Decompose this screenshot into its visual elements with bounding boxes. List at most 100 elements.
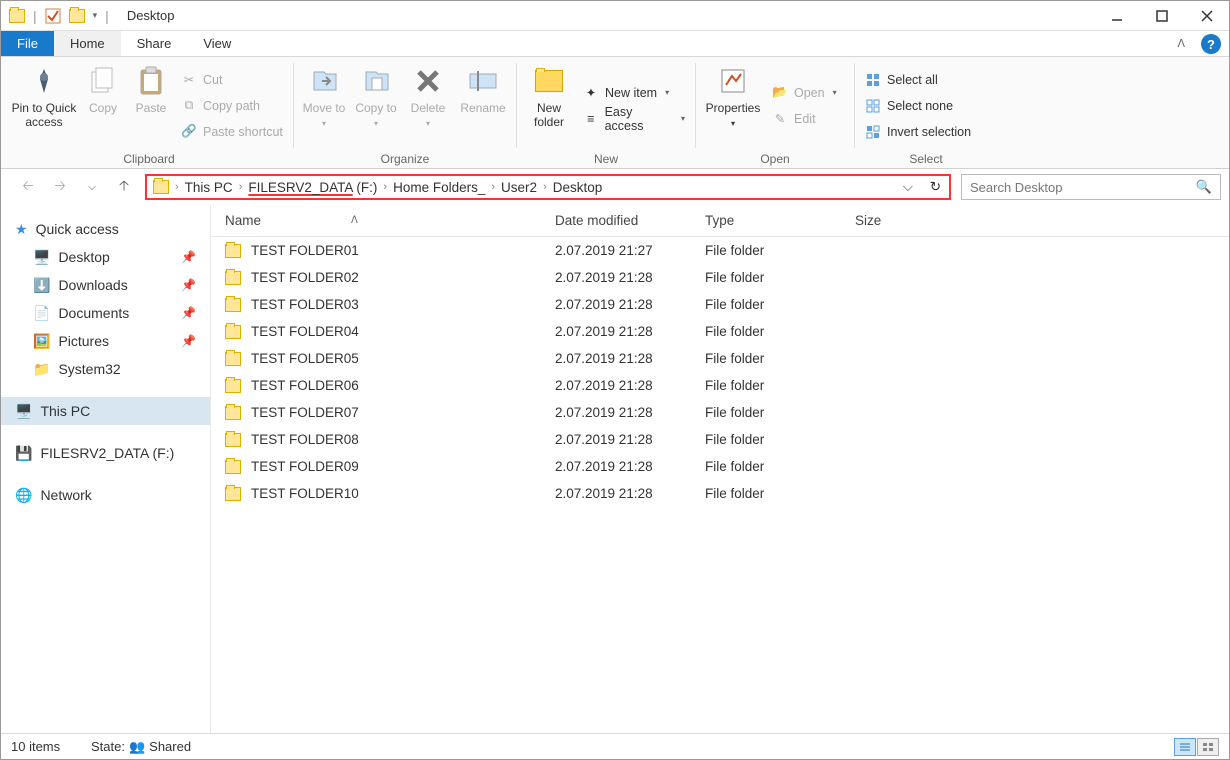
folder-icon (153, 180, 169, 194)
pin-to-quick-access-button[interactable]: Pin to Quick access (11, 61, 77, 150)
breadcrumb-item[interactable]: Home Folders_ (389, 180, 489, 195)
breadcrumb-item[interactable]: Desktop (549, 180, 607, 195)
tab-share[interactable]: Share (121, 31, 188, 56)
ribbon-collapse-button[interactable]: ᐱ (1169, 31, 1193, 56)
paste-button[interactable]: Paste (129, 61, 173, 150)
sidebar-quick-access[interactable]: ★ Quick access (1, 215, 210, 243)
folder-icon (225, 352, 241, 366)
state-label: State: (91, 739, 125, 754)
up-button[interactable]: 🡡 (113, 176, 135, 198)
maximize-button[interactable] (1139, 1, 1184, 31)
breadcrumb-item[interactable]: FILESRV2_DATA (F:) (244, 180, 381, 195)
sidebar-item-pictures[interactable]: 🖼️Pictures📌 (1, 327, 210, 355)
rename-button[interactable]: Rename (456, 61, 510, 150)
open-button[interactable]: 📂Open▾ (768, 81, 848, 105)
close-button[interactable] (1184, 1, 1229, 31)
table-row[interactable]: TEST FOLDER062.07.2019 21:28File folder (211, 372, 1229, 399)
column-headers[interactable]: Nameᐱ Date modified Type Size (211, 205, 1229, 237)
group-label: Organize (300, 150, 510, 168)
minimize-button[interactable] (1094, 1, 1139, 31)
easy-access-icon: ≡ (583, 111, 599, 127)
table-row[interactable]: TEST FOLDER042.07.2019 21:28File folder (211, 318, 1229, 345)
folder-icon: 🖼️ (33, 333, 50, 350)
network-icon: 🌐 (15, 487, 32, 504)
forward-button[interactable]: 🡢 (49, 176, 71, 198)
edit-button[interactable]: ✎Edit (768, 107, 848, 131)
col-date[interactable]: Date modified (555, 213, 705, 228)
search-input[interactable]: Search Desktop 🔍 (961, 174, 1221, 200)
folder-icon (225, 298, 241, 312)
table-row[interactable]: TEST FOLDER022.07.2019 21:28File folder (211, 264, 1229, 291)
cut-button[interactable]: ✂Cut (177, 68, 287, 92)
folder-icon (225, 460, 241, 474)
history-dropdown[interactable]: ⌵ (81, 176, 103, 198)
pin-icon: 📌 (181, 250, 196, 264)
delete-button[interactable]: Delete▾ (404, 61, 452, 150)
invert-selection-button[interactable]: Invert selection (861, 120, 991, 144)
monitor-icon: 🖥️ (15, 403, 32, 420)
tab-view[interactable]: View (187, 31, 247, 56)
table-row[interactable]: TEST FOLDER072.07.2019 21:28File folder (211, 399, 1229, 426)
file-list: Nameᐱ Date modified Type Size TEST FOLDE… (211, 205, 1229, 753)
thumbnails-view-button[interactable] (1197, 738, 1219, 756)
pin-icon: 📌 (181, 278, 196, 292)
select-all-button[interactable]: Select all (861, 68, 991, 92)
move-to-button[interactable]: Move to ▾ (300, 61, 348, 150)
scissors-icon: ✂ (181, 72, 197, 88)
sidebar-item-system32[interactable]: 📁System32 (1, 355, 210, 383)
folder-icon: ⬇️ (33, 277, 50, 294)
folder-icon (225, 433, 241, 447)
folder-icon (69, 9, 85, 23)
sidebar-network[interactable]: 🌐 Network (1, 481, 210, 509)
copy-to-button[interactable]: Copy to ▾ (352, 61, 400, 150)
paste-shortcut-button[interactable]: 🔗Paste shortcut (177, 120, 287, 144)
sidebar-item-desktop[interactable]: 🖥️Desktop📌 (1, 243, 210, 271)
table-row[interactable]: TEST FOLDER052.07.2019 21:28File folder (211, 345, 1229, 372)
item-count: 10 items (11, 739, 91, 754)
table-row[interactable]: TEST FOLDER012.07.2019 21:27File folder (211, 237, 1229, 264)
back-button[interactable]: 🡠 (17, 176, 39, 198)
col-name[interactable]: Name (225, 213, 261, 228)
select-none-icon (865, 98, 881, 114)
details-view-button[interactable] (1174, 738, 1196, 756)
checkbox-icon[interactable] (45, 8, 61, 24)
table-row[interactable]: TEST FOLDER082.07.2019 21:28File folder (211, 426, 1229, 453)
sidebar-drive[interactable]: 💾 FILESRV2_DATA (F:) (1, 439, 210, 467)
copy-button[interactable]: Copy (81, 61, 125, 150)
shared-icon: 👥 (129, 739, 145, 755)
drive-icon: 💾 (15, 445, 32, 462)
new-item-button[interactable]: ✦New item▾ (579, 81, 689, 105)
folder-icon (225, 325, 241, 339)
sidebar-this-pc[interactable]: 🖥️ This PC (1, 397, 210, 425)
breadcrumb[interactable]: › This PC › FILESRV2_DATA (F:) › Home Fo… (145, 174, 951, 200)
new-item-icon: ✦ (583, 85, 599, 101)
breadcrumb-item[interactable]: This PC (181, 180, 237, 195)
easy-access-button[interactable]: ≡Easy access▾ (579, 107, 689, 131)
folder-icon (225, 379, 241, 393)
select-all-icon (865, 72, 881, 88)
breadcrumb-dropdown[interactable]: ⌵ (903, 179, 913, 195)
sidebar-item-documents[interactable]: 📄Documents📌 (1, 299, 210, 327)
refresh-icon[interactable]: ↻ (930, 179, 941, 195)
navbar: 🡠 🡢 ⌵ 🡡 › This PC › FILESRV2_DATA (F:) ›… (1, 169, 1229, 205)
table-row[interactable]: TEST FOLDER032.07.2019 21:28File folder (211, 291, 1229, 318)
select-none-button[interactable]: Select none (861, 94, 991, 118)
tab-file[interactable]: File (1, 31, 54, 56)
col-type[interactable]: Type (705, 213, 855, 228)
table-row[interactable]: TEST FOLDER102.07.2019 21:28File folder (211, 480, 1229, 507)
help-icon[interactable]: ? (1201, 34, 1221, 54)
new-folder-button[interactable]: New folder (523, 61, 575, 150)
table-row[interactable]: TEST FOLDER092.07.2019 21:28File folder (211, 453, 1229, 480)
paste-shortcut-icon: 🔗 (181, 124, 197, 140)
breadcrumb-item[interactable]: User2 (497, 180, 541, 195)
properties-button[interactable]: Properties▾ (702, 61, 764, 150)
invert-icon (865, 124, 881, 140)
group-label: Select (861, 150, 991, 168)
tab-home[interactable]: Home (54, 31, 121, 56)
copy-path-button[interactable]: ⧉Copy path (177, 94, 287, 118)
sidebar-item-downloads[interactable]: ⬇️Downloads📌 (1, 271, 210, 299)
titlebar: | ▾ | Desktop (1, 1, 1229, 31)
folder-icon: 📁 (33, 361, 50, 378)
qat-dropdown[interactable]: ▾ (93, 10, 98, 21)
col-size[interactable]: Size (855, 213, 955, 228)
